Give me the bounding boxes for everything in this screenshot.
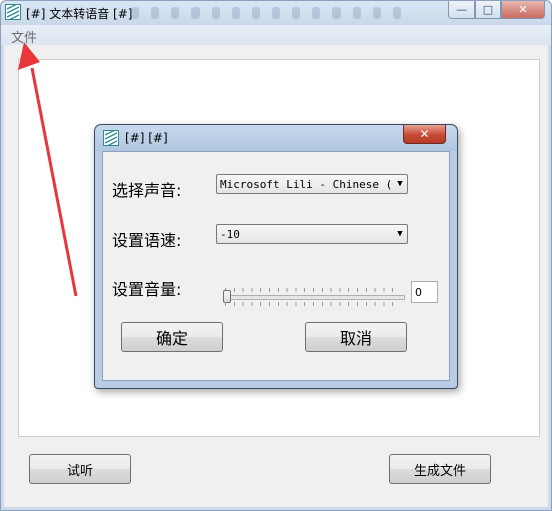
voice-select-value: Microsoft Lili - Chinese (Ch <box>220 177 393 191</box>
voice-label: 选择声音: <box>112 181 182 200</box>
rate-select-value: -10 <box>220 227 240 241</box>
chevron-down-icon: ▼ <box>397 179 403 189</box>
volume-slider[interactable] <box>223 287 405 311</box>
close-button[interactable]: ✕ <box>501 1 545 19</box>
dialog-title: [#] [#] <box>125 131 168 145</box>
rate-label: 设置语速: <box>112 231 182 250</box>
listen-button[interactable]: 试听 <box>29 454 131 484</box>
dialog-client-area: 选择声音: Microsoft Lili - Chinese (Ch ▼ 设置语… <box>102 151 450 381</box>
cancel-button[interactable]: 取消 <box>305 322 407 352</box>
app-logo-icon <box>5 4 21 20</box>
generate-file-button[interactable]: 生成文件 <box>389 454 491 484</box>
rate-select[interactable]: -10 ▼ <box>216 224 408 244</box>
faded-toolbar <box>131 7 401 19</box>
chevron-down-icon: ▼ <box>397 229 403 239</box>
voice-select[interactable]: Microsoft Lili - Chinese (Ch ▼ <box>216 174 408 194</box>
dialog-title-bar[interactable]: [#] [#] ✕ <box>95 125 457 151</box>
slider-ticks-bottom <box>225 302 401 306</box>
menu-bar: 文件 <box>1 25 551 46</box>
app-logo-icon <box>103 130 119 146</box>
slider-ticks-top <box>225 288 401 292</box>
ok-button[interactable]: 确定 <box>121 322 223 352</box>
voice-settings-dialog: [#] [#] ✕ 选择声音: Microsoft Lili - Chinese… <box>94 124 458 389</box>
volume-value-field[interactable]: 0 <box>411 281 438 303</box>
minimize-button[interactable]: — <box>448 1 475 19</box>
slider-track <box>223 295 405 300</box>
maximize-button[interactable]: □ <box>475 1 501 19</box>
dialog-close-button[interactable]: ✕ <box>403 125 446 144</box>
title-bar[interactable]: [#] 文本转语音 [#] — □ ✕ <box>1 1 551 25</box>
volume-label: 设置音量: <box>112 280 182 299</box>
window-title: [#] 文本转语音 [#] <box>26 7 133 21</box>
menu-file[interactable]: 文件 <box>11 27 37 46</box>
